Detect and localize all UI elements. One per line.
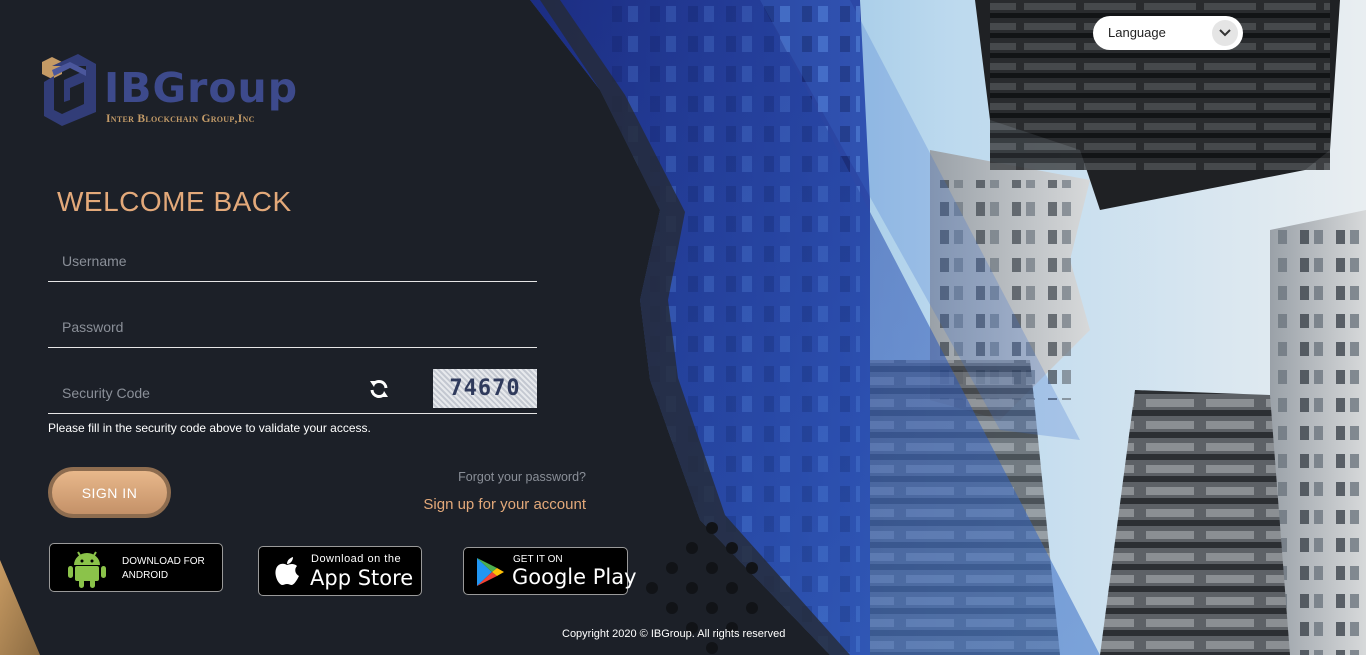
app-store-big: App Store xyxy=(310,566,414,590)
sign-in-button[interactable]: SIGN IN xyxy=(48,467,171,518)
language-select[interactable]: Language xyxy=(1093,16,1243,50)
forgot-password-link[interactable]: Forgot your password? xyxy=(458,470,586,484)
chevron-down-icon xyxy=(1212,20,1238,46)
brand-name: IBGroup xyxy=(104,64,299,112)
brand-subtitle: Inter Blockchain Group,Inc xyxy=(106,113,255,125)
captcha-image: 74670 xyxy=(433,369,537,408)
copyright-text: Copyright 2020 © IBGroup. All rights res… xyxy=(562,628,786,640)
app-store-button[interactable]: Download on the App Store xyxy=(258,546,422,596)
security-code-input[interactable] xyxy=(60,381,364,405)
google-play-icon xyxy=(475,557,505,592)
page-title: WELCOME BACK xyxy=(57,186,292,217)
password-input[interactable] xyxy=(60,315,364,339)
security-hint: Please fill in the security code above t… xyxy=(48,421,371,435)
google-play-button[interactable]: GET IT ON Google Play xyxy=(463,547,637,595)
username-input[interactable] xyxy=(60,249,364,273)
refresh-icon[interactable] xyxy=(367,377,391,401)
password-field xyxy=(48,307,537,348)
android-icon xyxy=(68,549,106,594)
app-store-small: Download on the xyxy=(311,553,402,565)
google-play-small: GET IT ON xyxy=(513,554,563,565)
language-label: Language xyxy=(1108,25,1166,40)
apple-icon xyxy=(273,557,301,592)
sign-up-link[interactable]: Sign up for your account xyxy=(423,496,586,513)
username-field xyxy=(48,241,537,282)
google-play-big: Google Play xyxy=(512,565,637,589)
download-android-button[interactable]: DOWNLOAD FOR ANDROID xyxy=(49,543,223,592)
android-line1: DOWNLOAD FOR xyxy=(122,556,205,567)
android-line2: ANDROID xyxy=(122,570,169,581)
security-code-field: 74670 xyxy=(48,369,537,414)
